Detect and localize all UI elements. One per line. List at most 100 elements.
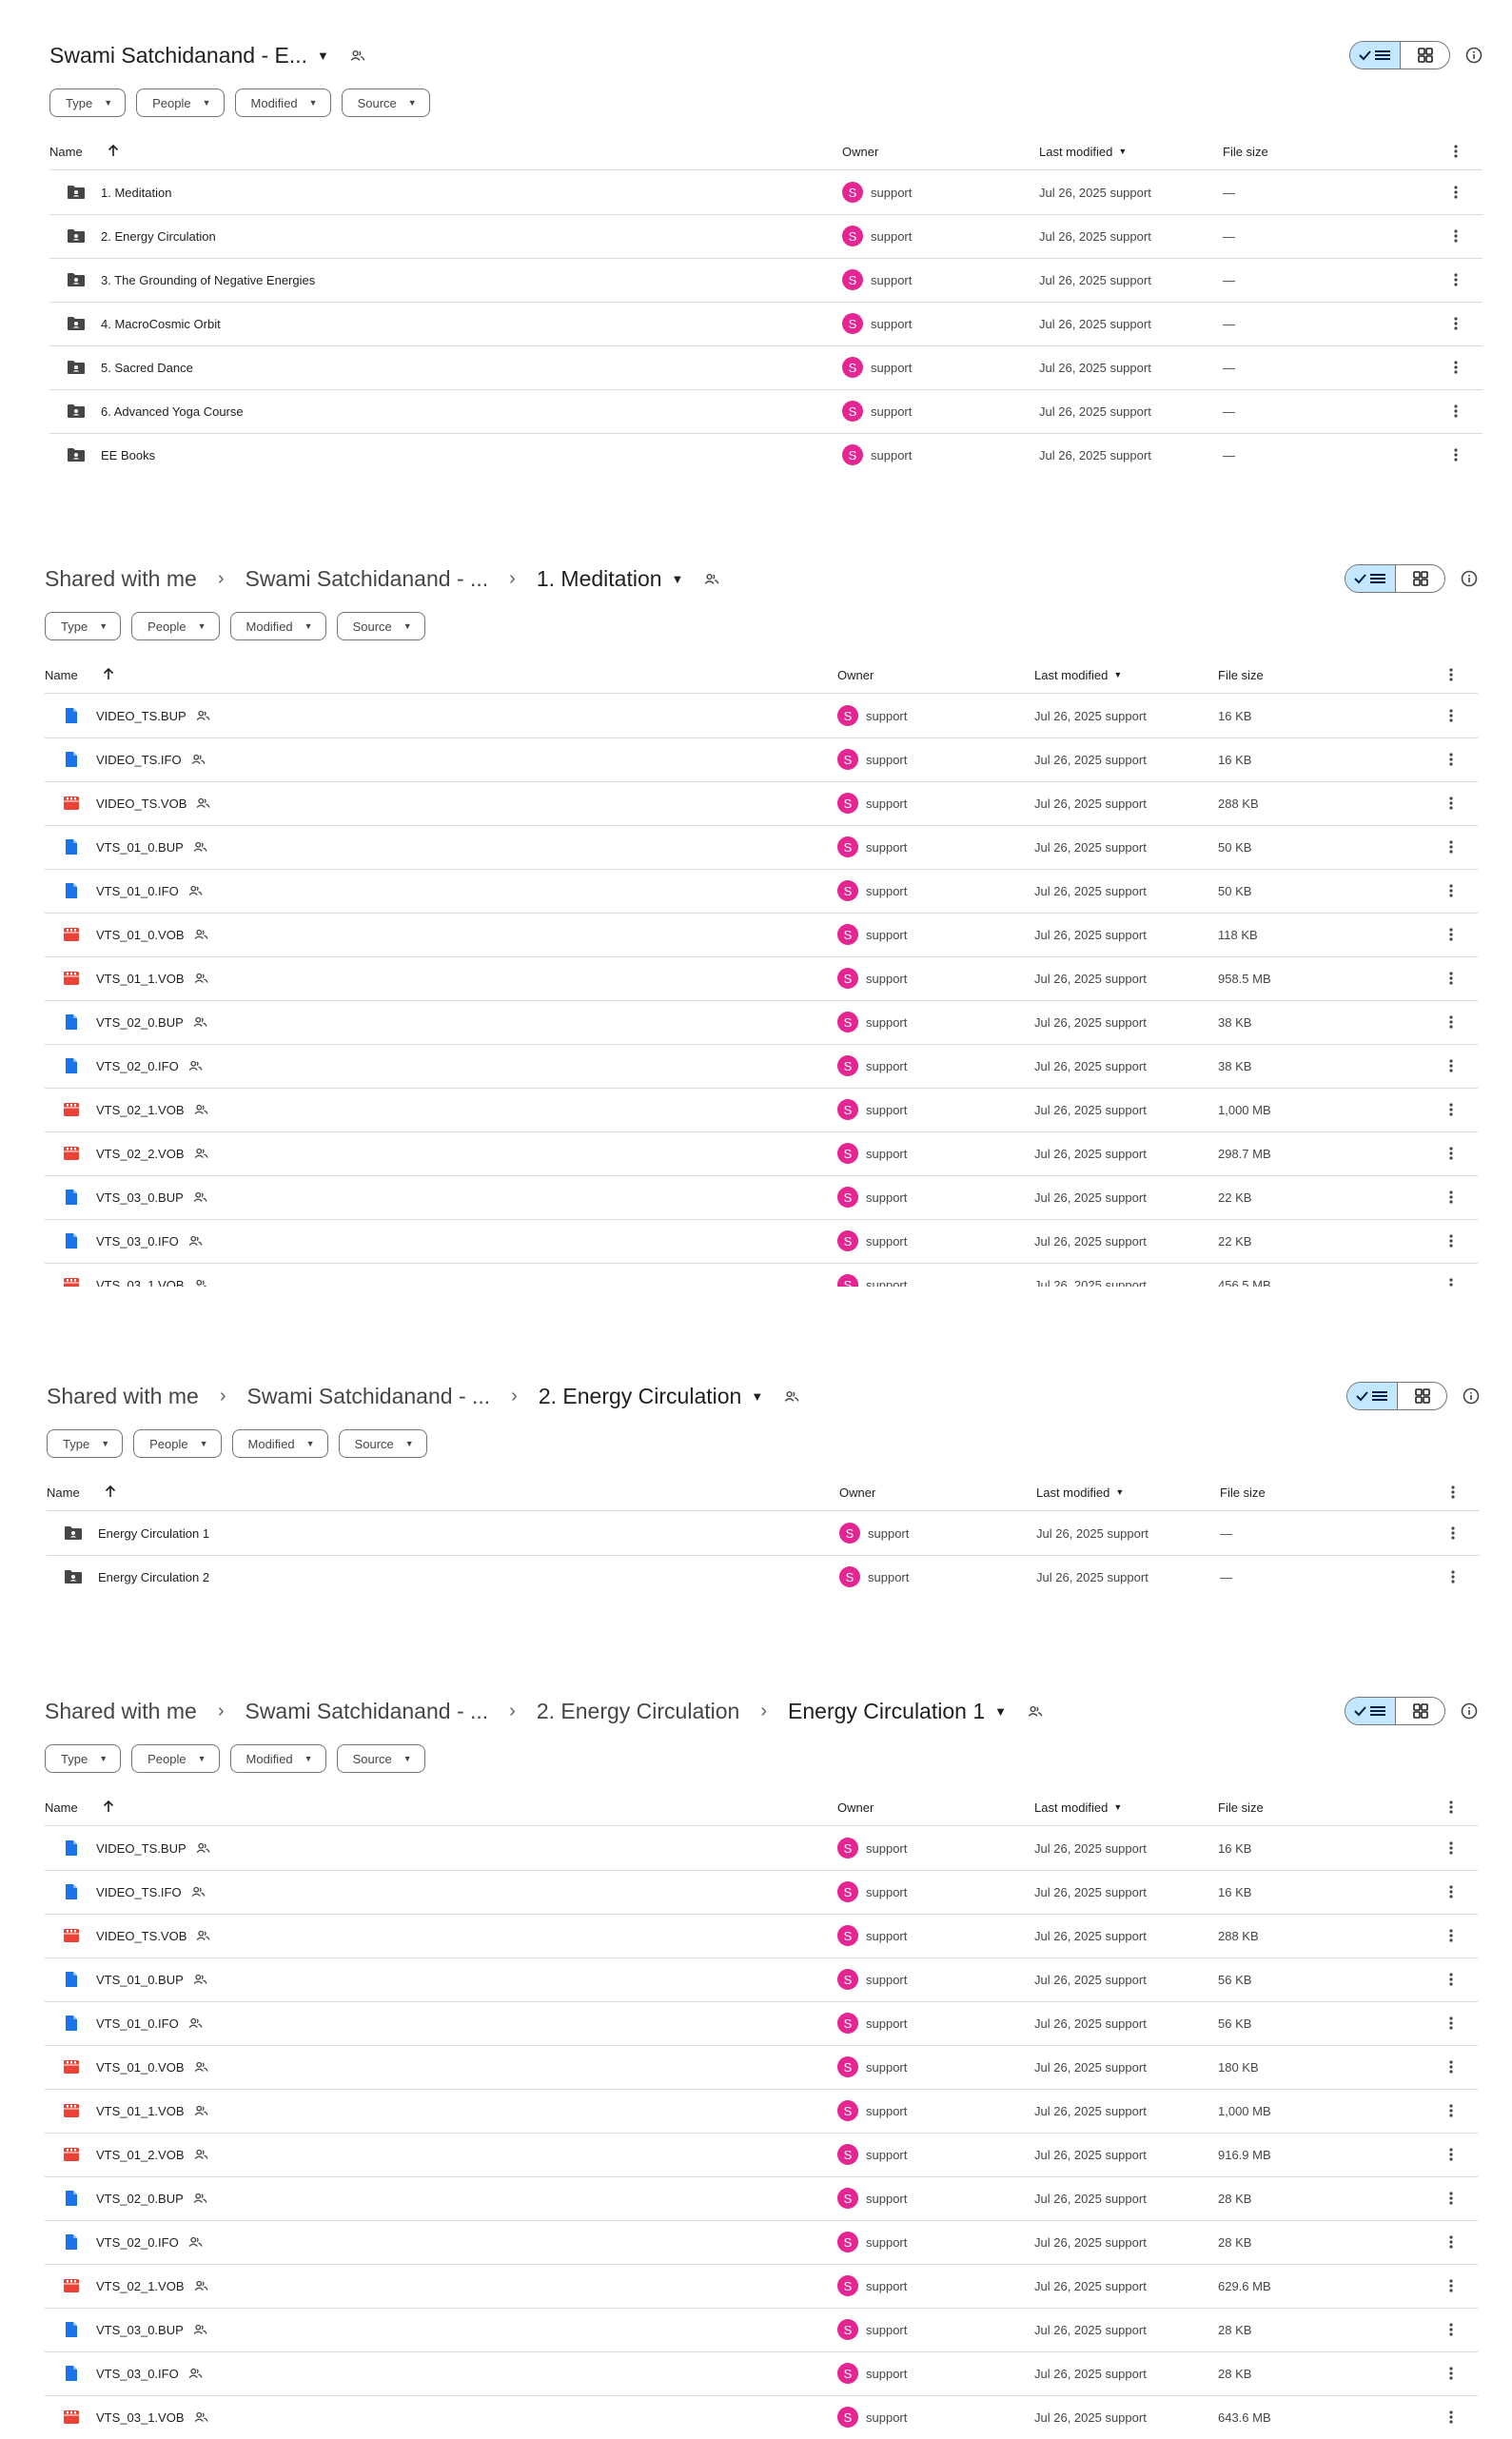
file-name[interactable]: VTS_02_0.IFO [96, 2235, 179, 2250]
more-actions-kebab-icon[interactable] [1446, 214, 1465, 258]
file-row[interactable]: Energy Circulation 1 Ssupport Jul 26, 2025… [47, 1511, 1480, 1556]
file-name[interactable]: VTS_01_2.VOB [96, 2148, 185, 2162]
more-actions-kebab-icon[interactable] [1442, 1175, 1461, 1219]
info-icon[interactable] [1461, 1702, 1478, 1720]
file-row[interactable]: VTS_02_1.VOB Ssupport Jul 26, 2025 support… [45, 1088, 1478, 1132]
file-row[interactable]: VIDEO_TS.VOB Ssupport Jul 26, 2025 support… [45, 781, 1478, 826]
file-name[interactable]: VTS_03_0.IFO [96, 1234, 179, 1249]
more-actions-kebab-icon[interactable] [1442, 1219, 1461, 1263]
filter-chip-people[interactable]: People ▼ [133, 1429, 222, 1458]
more-actions-kebab-icon[interactable] [1442, 694, 1461, 738]
more-actions-kebab-icon[interactable] [1446, 389, 1465, 433]
filter-chip-type[interactable]: Type ▼ [45, 1744, 122, 1773]
column-size-header[interactable]: File size [1220, 1474, 1266, 1510]
filter-chip-people[interactable]: People ▼ [131, 612, 220, 640]
file-row[interactable]: EE Books Ssupport Jul 26, 2025 support — [49, 433, 1483, 477]
filter-chip-people[interactable]: People ▼ [131, 1744, 220, 1773]
file-row[interactable]: VTS_03_0.BUP Ssupport Jul 26, 2025 support… [45, 2308, 1478, 2352]
file-row[interactable]: VTS_01_1.VOB Ssupport Jul 26, 2025 support… [45, 2089, 1478, 2134]
grid-layout-icon[interactable] [1396, 565, 1444, 592]
more-actions-kebab-icon[interactable] [1442, 2351, 1461, 2395]
file-name[interactable]: EE Books [101, 448, 155, 462]
column-modified-header[interactable]: Last modified ▼ [1036, 1474, 1124, 1510]
list-layout-check-icon[interactable] [1345, 565, 1396, 592]
sort-ascending-icon[interactable] [108, 144, 119, 160]
filter-chip-type[interactable]: Type ▼ [49, 89, 127, 117]
file-row[interactable]: VTS_02_0.IFO Ssupport Jul 26, 2025 support… [45, 2220, 1478, 2265]
file-name[interactable]: VTS_01_0.BUP [96, 840, 184, 855]
file-name[interactable]: VTS_01_0.IFO [96, 884, 179, 898]
file-row[interactable]: VTS_01_0.BUP Ssupport Jul 26, 2025 support… [45, 825, 1478, 870]
more-actions-kebab-icon[interactable] [1442, 1263, 1461, 1287]
file-row[interactable]: 3. The Grounding of Negative Energies Ssu… [49, 258, 1483, 303]
filter-chip-source[interactable]: Source ▼ [336, 1744, 425, 1773]
file-name[interactable]: VIDEO_TS.BUP [96, 1841, 187, 1856]
filter-chip-source[interactable]: Source ▼ [336, 612, 425, 640]
file-name[interactable]: VIDEO_TS.BUP [96, 709, 187, 723]
breadcrumb-item[interactable]: Swami Satchidanand - ... [245, 1699, 488, 1724]
more-actions-kebab-icon[interactable] [1442, 2176, 1461, 2220]
filter-chip-modified[interactable]: Modified ▼ [234, 89, 331, 117]
sort-descending-icon[interactable]: ▼ [1118, 147, 1127, 156]
more-actions-kebab-icon[interactable] [1442, 2264, 1461, 2308]
file-row[interactable]: VTS_01_0.IFO Ssupport Jul 26, 2025 support… [45, 869, 1478, 914]
more-actions-kebab-icon[interactable] [1442, 2220, 1461, 2264]
file-row[interactable]: 6. Advanced Yoga Course Ssupport Jul 26, 2… [49, 389, 1483, 434]
file-row[interactable]: VTS_03_0.IFO Ssupport Jul 26, 2025 support… [45, 2351, 1478, 2396]
file-row[interactable]: VIDEO_TS.BUP Ssupport Jul 26, 2025 support… [45, 1826, 1478, 1871]
file-row[interactable]: VTS_01_0.BUP Ssupport Jul 26, 2025 support… [45, 1957, 1478, 2002]
list-layout-check-icon[interactable] [1345, 1698, 1396, 1724]
sort-descending-icon[interactable]: ▼ [1113, 1802, 1122, 1812]
file-name[interactable]: VTS_01_0.VOB [96, 2060, 185, 2075]
caret-down-icon[interactable]: ▼ [994, 1704, 1007, 1719]
more-actions-kebab-icon[interactable] [1446, 170, 1465, 214]
filter-chip-type[interactable]: Type ▼ [47, 1429, 124, 1458]
file-row[interactable]: VTS_01_0.VOB Ssupport Jul 26, 2025 support… [45, 913, 1478, 957]
breadcrumb-item[interactable]: Shared with me [45, 566, 197, 592]
breadcrumb-item[interactable]: Shared with me [47, 1384, 199, 1409]
more-actions-kebab-icon[interactable] [1442, 913, 1461, 956]
file-name[interactable]: VTS_01_0.IFO [96, 2016, 179, 2031]
breadcrumb-item[interactable]: Shared with me [45, 1699, 197, 1724]
breadcrumb-item[interactable]: Swami Satchidanand - ... [246, 1384, 490, 1409]
file-name[interactable]: VTS_02_2.VOB [96, 1147, 185, 1161]
more-actions-kebab-icon[interactable] [1446, 302, 1465, 345]
more-actions-kebab-icon[interactable] [1442, 956, 1461, 1000]
file-row[interactable]: VTS_01_1.VOB Ssupport Jul 26, 2025 support… [45, 956, 1478, 1001]
column-name-header[interactable]: Name [47, 1474, 116, 1510]
file-name[interactable]: VTS_03_0.IFO [96, 2367, 179, 2381]
more-actions-kebab-icon[interactable] [1442, 738, 1461, 781]
column-options-kebab-icon[interactable] [1443, 1474, 1463, 1510]
column-size-header[interactable]: File size [1218, 1789, 1264, 1825]
more-actions-kebab-icon[interactable] [1443, 1555, 1463, 1599]
file-name[interactable]: VTS_01_0.BUP [96, 1973, 184, 1987]
more-actions-kebab-icon[interactable] [1442, 2308, 1461, 2351]
file-name[interactable]: VTS_01_0.VOB [96, 928, 185, 942]
more-actions-kebab-icon[interactable] [1442, 1131, 1461, 1175]
file-row[interactable]: VTS_01_2.VOB Ssupport Jul 26, 2025 support… [45, 2133, 1478, 2177]
file-name[interactable]: VTS_02_1.VOB [96, 2279, 185, 2293]
more-actions-kebab-icon[interactable] [1442, 1000, 1461, 1044]
column-size-header[interactable]: File size [1218, 657, 1264, 693]
file-name[interactable]: VTS_01_1.VOB [96, 2104, 185, 2118]
grid-layout-icon[interactable] [1398, 1383, 1446, 1409]
file-name[interactable]: VTS_02_1.VOB [96, 1103, 185, 1117]
more-actions-kebab-icon[interactable] [1442, 2045, 1461, 2089]
grid-layout-icon[interactable] [1396, 1698, 1444, 1724]
file-row[interactable]: VTS_02_0.IFO Ssupport Jul 26, 2025 support… [45, 1044, 1478, 1089]
column-modified-header[interactable]: Last modified ▼ [1034, 657, 1122, 693]
info-icon[interactable] [1465, 47, 1483, 64]
column-modified-header[interactable]: Last modified ▼ [1034, 1789, 1122, 1825]
breadcrumb-item[interactable]: Swami Satchidanand - ... [245, 566, 488, 592]
caret-down-icon[interactable]: ▼ [672, 572, 684, 586]
file-row[interactable]: 4. MacroCosmic Orbit Ssupport Jul 26, 2025… [49, 302, 1483, 346]
column-options-kebab-icon[interactable] [1446, 133, 1465, 169]
sort-descending-icon[interactable]: ▼ [1113, 670, 1122, 679]
file-name[interactable]: 2. Energy Circulation [101, 229, 216, 244]
file-name[interactable]: VTS_02_0.IFO [96, 1059, 179, 1073]
layout-toggle[interactable] [1345, 1697, 1445, 1725]
breadcrumb-item[interactable]: 2. Energy Circulation [537, 1699, 740, 1724]
list-layout-check-icon[interactable] [1347, 1383, 1398, 1409]
file-row[interactable]: VTS_03_0.IFO Ssupport Jul 26, 2025 support… [45, 1219, 1478, 1264]
sort-ascending-icon[interactable] [105, 1485, 116, 1501]
